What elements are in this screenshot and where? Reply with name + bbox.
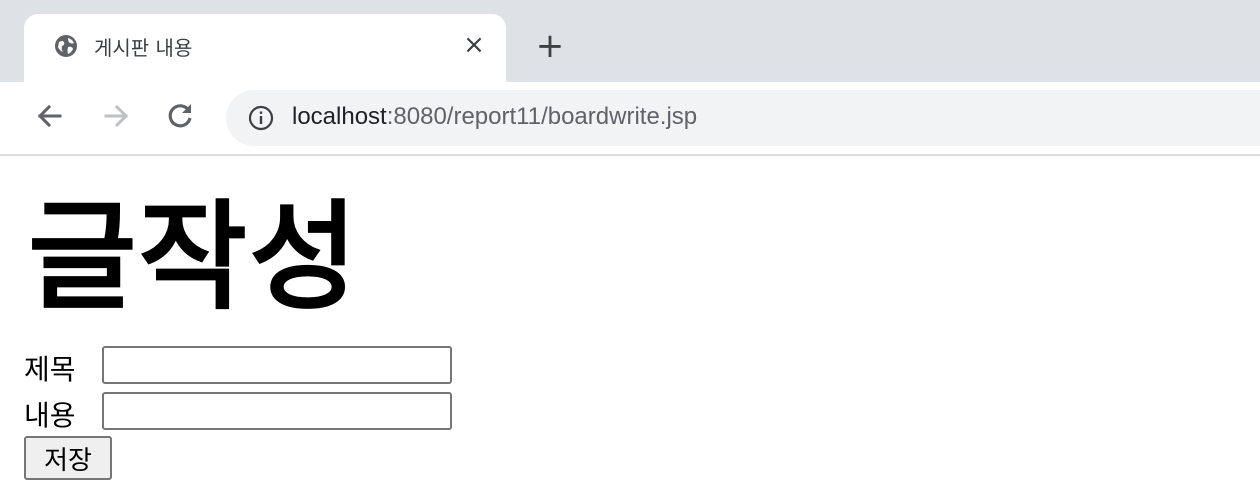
url-host: localhost — [292, 103, 387, 130]
title-label: 제목 — [24, 353, 76, 386]
arrow-left-icon — [37, 104, 62, 128]
save-button[interactable]: 저장 — [24, 436, 112, 480]
globe-icon — [54, 34, 78, 58]
arrow-right-icon — [104, 104, 129, 128]
browser-toolbar: localhost:8080/report11/boardwrite.jsp — [0, 82, 1260, 156]
forward-button[interactable] — [96, 96, 136, 136]
reload-button[interactable] — [160, 96, 200, 136]
tab-strip: 게시판 내용 × + — [0, 0, 1260, 82]
url-text: localhost:8080/report11/boardwrite.jsp — [292, 103, 697, 131]
info-icon[interactable] — [248, 105, 274, 131]
body-label: 내용 — [24, 399, 76, 432]
page-heading: 글작성 — [28, 188, 360, 326]
url-path: :8080/report11/boardwrite.jsp — [386, 103, 698, 130]
active-tab[interactable]: 게시판 내용 × — [24, 14, 506, 82]
reload-icon — [168, 104, 192, 128]
tab-title: 게시판 내용 — [94, 36, 193, 60]
body-input[interactable] — [102, 392, 452, 430]
close-tab-icon[interactable]: × — [460, 31, 488, 59]
title-input[interactable] — [102, 346, 452, 384]
new-tab-button[interactable]: + — [530, 26, 570, 66]
back-button[interactable] — [30, 96, 70, 136]
address-bar[interactable]: localhost:8080/report11/boardwrite.jsp — [226, 90, 1260, 146]
